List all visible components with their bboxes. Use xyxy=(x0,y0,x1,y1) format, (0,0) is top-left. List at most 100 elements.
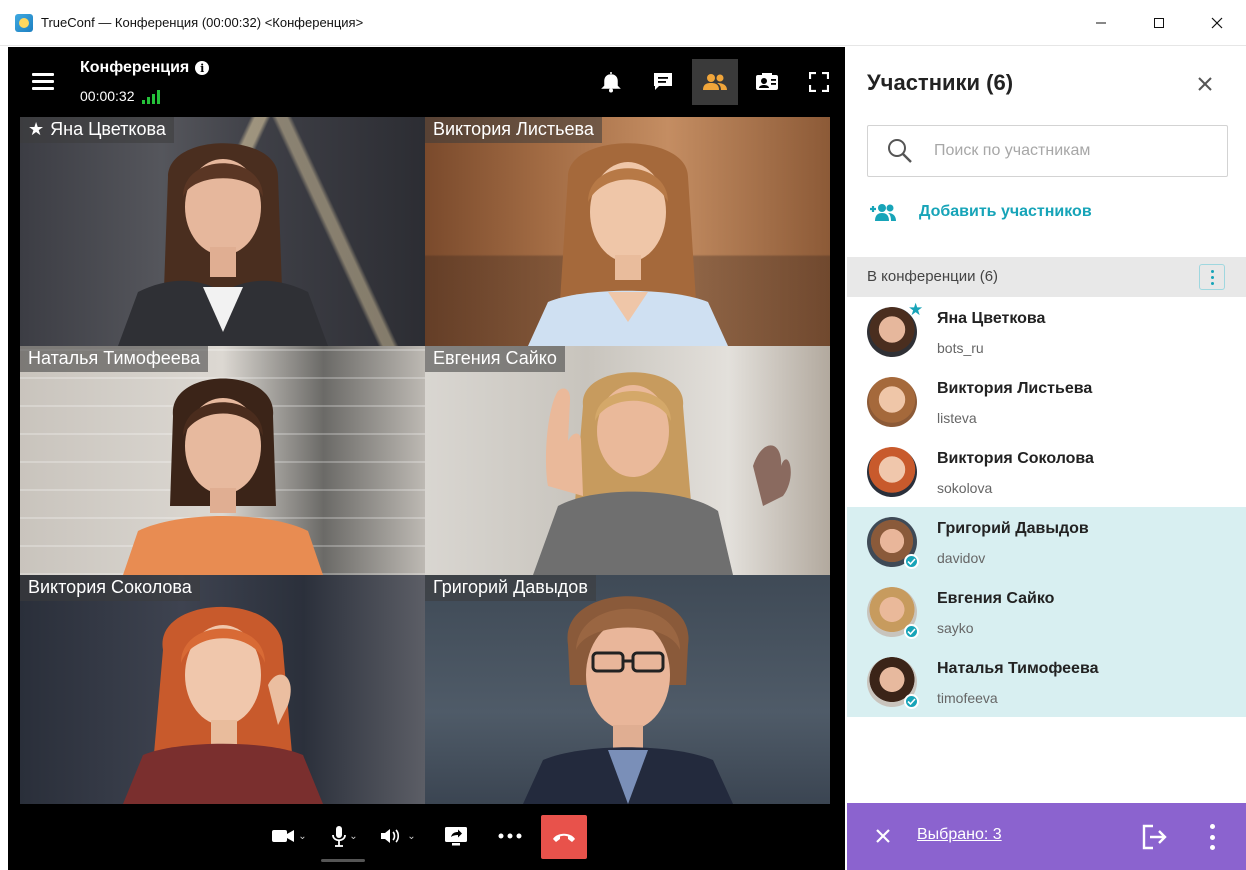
tile-name-label: Григорий Давыдов xyxy=(425,575,596,601)
participant-login: sayko xyxy=(937,620,974,636)
chevron-down-icon[interactable]: ⌄ xyxy=(407,831,415,842)
signal-strength-icon xyxy=(141,90,160,104)
trueconf-logo-icon xyxy=(15,13,33,32)
call-controls-bar: ⌄ ⌄ ⌄ xyxy=(8,804,845,870)
video-tile[interactable]: Виктория Листьева xyxy=(425,117,830,346)
participant-login: bots_ru xyxy=(937,340,984,356)
remove-from-conference-button[interactable] xyxy=(1139,822,1169,852)
minimize-button[interactable] xyxy=(1072,0,1130,46)
close-icon xyxy=(876,829,890,843)
participant-login: sokolova xyxy=(937,480,993,496)
chat-button[interactable] xyxy=(637,59,689,105)
camera-button[interactable]: ⌄ xyxy=(266,816,312,856)
participants-panel: Участники (6) Добавить участников В конф… xyxy=(847,47,1246,870)
microphone-button[interactable]: ⌄ xyxy=(322,816,368,856)
tile-name: Виктория Соколова xyxy=(28,577,192,597)
participants-icon xyxy=(703,74,727,90)
chevron-down-icon[interactable]: ⌄ xyxy=(298,831,306,842)
tile-name-label: Наталья Тимофеева xyxy=(20,346,209,372)
owner-star-icon: ★ xyxy=(908,300,924,319)
add-users-icon xyxy=(870,204,896,221)
maximize-button[interactable] xyxy=(1130,0,1188,46)
conference-title-text: Конференция xyxy=(80,59,190,76)
clear-selection-button[interactable] xyxy=(871,824,895,848)
participant-login: davidov xyxy=(937,550,986,566)
selected-count-link[interactable]: Выбрано: 3 xyxy=(917,826,1002,844)
conference-toolbar xyxy=(585,59,845,105)
tile-name-label: Виктория Листьева xyxy=(425,117,602,143)
window-close-button[interactable] xyxy=(1188,0,1246,46)
panel-title: Участники (6) xyxy=(867,70,1014,95)
tile-name: Наталья Тимофеева xyxy=(28,348,201,368)
speaker-button[interactable]: ⌄ xyxy=(374,816,422,856)
selected-check-icon xyxy=(904,694,919,709)
conference-title: Конференция i xyxy=(80,59,210,77)
menu-icon[interactable] xyxy=(32,73,54,91)
participant-row[interactable]: Евгения Сайко sayko xyxy=(847,577,1246,647)
selected-check-icon xyxy=(904,554,919,569)
panel-close-button[interactable] xyxy=(1190,69,1220,99)
participant-name: Наталья Тимофеева xyxy=(937,660,1099,677)
notifications-button[interactable] xyxy=(585,59,637,105)
video-tile[interactable]: Виктория Соколова xyxy=(20,575,425,804)
participant-login: listeva xyxy=(937,410,977,426)
chevron-down-icon[interactable]: ⌄ xyxy=(349,831,357,842)
video-tile[interactable]: ★ Яна Цветкова xyxy=(20,117,425,346)
video-tile[interactable]: Наталья Тимофеева xyxy=(20,346,425,575)
conference-header: Конференция i 00:00:32 xyxy=(8,47,845,117)
search-input[interactable] xyxy=(934,142,1214,160)
fullscreen-button[interactable] xyxy=(793,59,845,105)
window-title: TrueConf — Конференция (00:00:32) <Конфе… xyxy=(41,15,364,30)
avatar xyxy=(867,377,917,427)
more-icon xyxy=(498,833,522,839)
camera-icon xyxy=(272,830,295,842)
participant-row[interactable]: Григорий Давыдов davidov xyxy=(847,507,1246,577)
participant-row[interactable]: Наталья Тимофеева timofeeva xyxy=(847,647,1246,717)
minimize-icon xyxy=(1096,22,1106,24)
tile-name: Григорий Давыдов xyxy=(433,577,588,597)
hangup-button[interactable] xyxy=(541,815,587,859)
participant-video-image xyxy=(522,596,733,804)
search-icon xyxy=(888,139,912,163)
participant-video-image xyxy=(532,372,791,575)
participants-list: ★ Яна Цветкова bots_ru Виктория Листьева… xyxy=(847,297,1246,717)
participant-name: Виктория Соколова xyxy=(937,450,1094,467)
add-participants-label: Добавить участников xyxy=(919,203,1092,220)
info-icon[interactable]: i xyxy=(195,61,210,75)
video-tile[interactable]: Евгения Сайко xyxy=(425,346,830,575)
participant-video-image xyxy=(122,378,323,575)
participant-login: timofeeva xyxy=(937,690,998,706)
contact-card-button[interactable] xyxy=(741,59,793,105)
participant-name: Евгения Сайко xyxy=(937,590,1055,607)
share-screen-button[interactable] xyxy=(436,816,476,856)
participant-row[interactable]: Виктория Соколова sokolova xyxy=(847,437,1246,507)
maximize-icon xyxy=(1154,18,1164,28)
tile-name: Яна Цветкова xyxy=(50,119,166,139)
speaker-icon xyxy=(381,829,400,843)
conference-timer: 00:00:32 xyxy=(80,88,160,104)
participant-search xyxy=(867,125,1228,177)
close-icon xyxy=(1198,77,1212,91)
participant-row[interactable]: ★ Яна Цветкова bots_ru xyxy=(847,297,1246,367)
timer-text: 00:00:32 xyxy=(80,88,135,104)
footer-more-button[interactable] xyxy=(1207,821,1217,853)
participant-video-image xyxy=(527,143,728,346)
owner-star-icon: ★ xyxy=(28,119,45,139)
participant-row[interactable]: Виктория Листьева listeva xyxy=(847,367,1246,437)
participants-button[interactable] xyxy=(692,59,738,105)
fullscreen-icon xyxy=(809,72,829,92)
tile-name-label: Евгения Сайко xyxy=(425,346,565,372)
tile-name: Евгения Сайко xyxy=(433,348,557,368)
hangup-icon xyxy=(553,833,575,842)
tile-name-label: ★ Яна Цветкова xyxy=(20,117,174,143)
avatar xyxy=(867,447,917,497)
participant-video-image xyxy=(117,143,328,346)
close-icon xyxy=(1211,17,1223,29)
more-button[interactable] xyxy=(490,816,530,856)
add-participants-button[interactable]: Добавить участников xyxy=(869,202,1092,222)
section-more-button[interactable] xyxy=(1199,264,1225,290)
selected-check-icon xyxy=(904,624,919,639)
video-tile[interactable]: Григорий Давыдов xyxy=(425,575,830,804)
title-bar: TrueConf — Конференция (00:00:32) <Конфе… xyxy=(0,0,1246,46)
section-header: В конференции (6) xyxy=(847,257,1246,297)
